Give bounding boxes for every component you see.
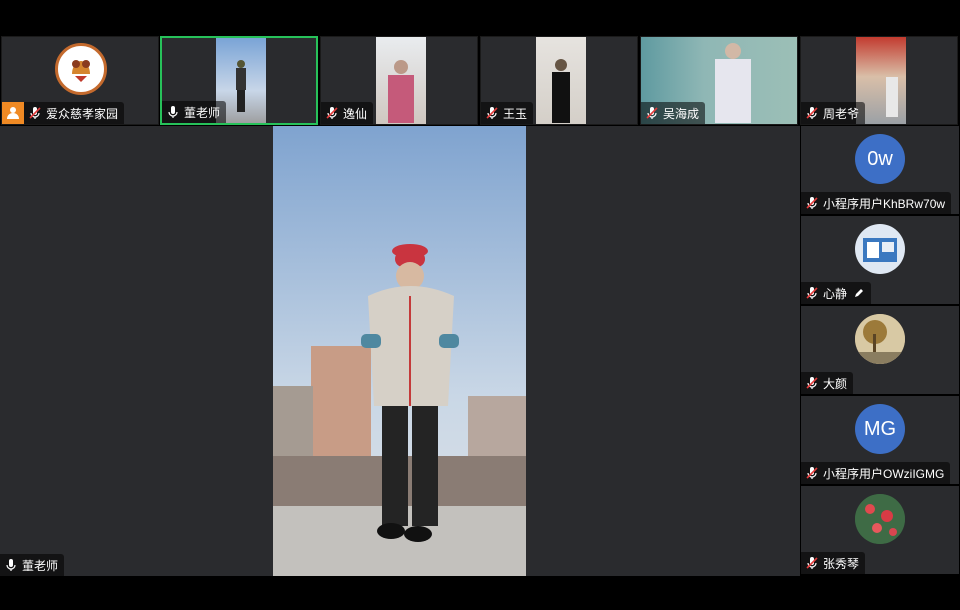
main-speaker-name-tag: 董老师 <box>0 554 65 576</box>
organization-logo <box>55 43 107 95</box>
participant-tile-dayan[interactable]: 大颜 <box>801 306 959 394</box>
participant-name: 小程序用户OWziIGMG <box>823 466 945 481</box>
participant-name-tag: 周老爷 <box>801 102 866 124</box>
participant-name-tag: 董老师 <box>162 101 227 123</box>
host-badge <box>2 102 24 124</box>
participant-name: 逸仙 <box>343 106 368 121</box>
main-speaker-area[interactable]: 董老师 <box>0 126 800 576</box>
mic-muted-icon <box>805 556 819 570</box>
participant-name: 心静 <box>823 286 848 301</box>
main-speaker-name: 董老师 <box>22 558 59 573</box>
avatar <box>855 224 905 274</box>
participant-name: 张秀琴 <box>823 556 860 571</box>
avatar <box>855 494 905 544</box>
participant-name: 爱众慈孝家园 <box>46 106 119 121</box>
participant-name-tag: 王玉 <box>481 102 534 124</box>
mic-muted-icon <box>805 106 819 120</box>
participant-name-tag: 张秀琴 <box>801 552 866 574</box>
participant-tile-owzilgmg[interactable]: MG 小程序用户OWziIGMG <box>801 396 959 484</box>
participant-name-tag: 心静 <box>801 282 872 304</box>
participant-name: 董老师 <box>184 105 221 120</box>
avatar-initials: 0w <box>867 147 893 170</box>
participant-tile-wuhaicheng[interactable]: 吴海成 <box>640 36 798 125</box>
participant-name-tag: 吴海成 <box>641 102 706 124</box>
top-participant-strip: 爱众慈孝家园 董老师 逸仙 王玉 吴海成 周老爷 <box>0 36 960 125</box>
participant-tile-zhangxiuqin[interactable]: 张秀琴 <box>801 486 959 574</box>
avatar <box>855 314 905 364</box>
participant-tile-khbrw70w[interactable]: 0w 小程序用户KhBRw70w <box>801 126 959 214</box>
participant-tile-dong[interactable]: 董老师 <box>160 36 318 125</box>
participant-tile-yixian[interactable]: 逸仙 <box>320 36 478 125</box>
participant-name-tag: 爱众慈孝家园 <box>2 102 125 124</box>
mic-icon <box>166 105 180 119</box>
participant-tile-aizhong[interactable]: 爱众慈孝家园 <box>1 36 159 125</box>
mic-muted-icon <box>805 196 819 210</box>
person-icon <box>7 107 19 119</box>
participant-name: 吴海成 <box>663 106 700 121</box>
mic-muted-icon <box>805 286 819 300</box>
participant-tile-zhoulaoye[interactable]: 周老爷 <box>800 36 958 125</box>
participant-name: 周老爷 <box>823 106 860 121</box>
mic-muted-icon <box>805 466 819 480</box>
participant-name-tag: 逸仙 <box>321 102 374 124</box>
participant-video <box>376 37 426 124</box>
participant-tile-wangyu[interactable]: 王玉 <box>480 36 638 125</box>
participant-name: 小程序用户KhBRw70w <box>823 196 946 211</box>
mic-muted-icon <box>645 106 659 120</box>
participant-tile-xinjing[interactable]: 心静 <box>801 216 959 304</box>
participant-video <box>536 37 586 124</box>
right-participant-list: 0w 小程序用户KhBRw70w 心静 大颜 MG 小程序用户OWziIGMG … <box>800 126 960 576</box>
mic-muted-icon <box>485 106 499 120</box>
participant-name: 大颜 <box>823 376 848 391</box>
pencil-icon <box>855 289 864 297</box>
participant-name-tag: 小程序用户OWziIGMG <box>801 462 951 484</box>
avatar-initials: MG <box>863 417 897 440</box>
mic-muted-icon <box>325 106 339 120</box>
avatar: MG <box>855 404 905 454</box>
mic-icon <box>4 558 18 572</box>
participant-name-tag: 小程序用户KhBRw70w <box>801 192 952 214</box>
main-speaker-video <box>273 126 526 576</box>
mic-muted-icon <box>28 106 42 120</box>
participant-name: 王玉 <box>503 106 528 121</box>
participant-name-tag: 大颜 <box>801 372 854 394</box>
mic-muted-icon <box>805 376 819 390</box>
avatar: 0w <box>855 134 905 184</box>
